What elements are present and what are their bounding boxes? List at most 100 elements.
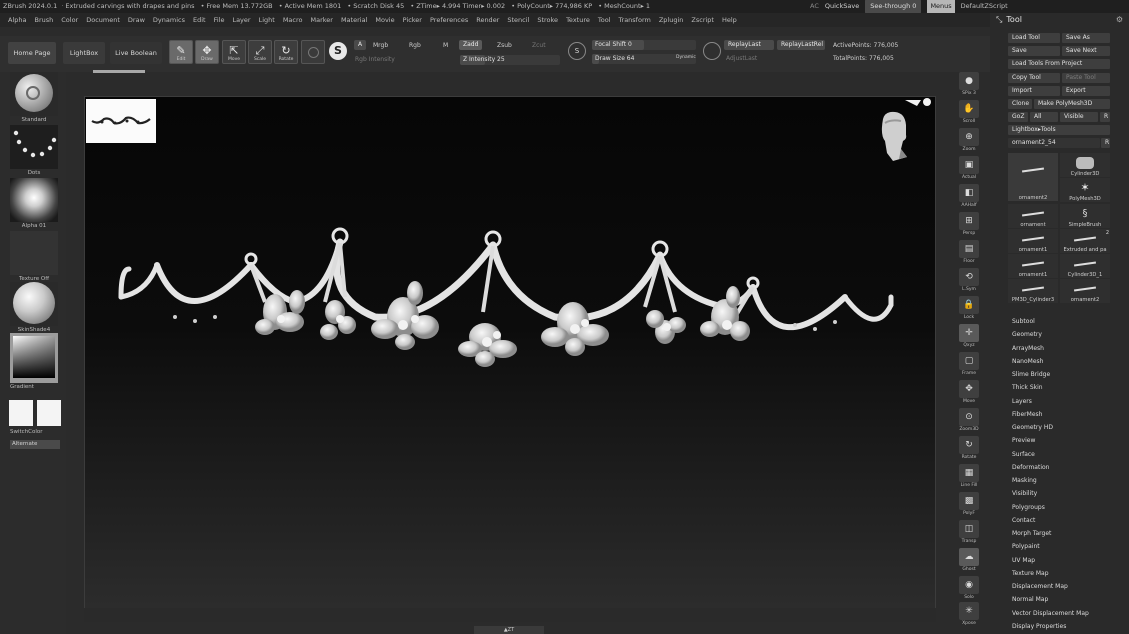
home-page-button[interactable]: Home Page xyxy=(8,42,56,64)
shelf-button-xpose[interactable]: ✳ Xpose xyxy=(958,602,980,626)
subpalette-masking[interactable]: Masking xyxy=(1012,477,1037,484)
see-through-slider[interactable]: See-through 0 xyxy=(865,0,922,13)
material-selector[interactable]: SkinShade4 xyxy=(10,282,58,333)
alpha-selector[interactable]: Alpha 01 xyxy=(10,178,58,229)
shelf-button-zoom[interactable]: ⊕ Zoom xyxy=(958,128,980,152)
scale-mode-button[interactable]: ⤢ Scale xyxy=(248,40,272,64)
subpalette-arraymesh[interactable]: ArrayMesh xyxy=(1012,345,1044,352)
menu-macro[interactable]: Macro xyxy=(283,16,303,24)
goz-button[interactable]: GoZ xyxy=(1008,112,1028,122)
menu-light[interactable]: Light xyxy=(259,16,275,24)
shelf-button-line-fill[interactable]: ▦ Line Fill xyxy=(958,464,980,488)
zcut-toggle[interactable]: Zcut xyxy=(532,42,546,49)
make-polymesh3d-button[interactable]: Make PolyMesh3D xyxy=(1034,99,1110,109)
tool-thumb[interactable]: ornament1 xyxy=(1008,254,1058,278)
menu-transform[interactable]: Transform xyxy=(619,16,651,24)
shelf-button-spix-3[interactable]: ● SPix 3 xyxy=(958,72,980,96)
focal-shift-slider[interactable]: Focal Shift 0 xyxy=(592,40,696,50)
color-picker[interactable]: Gradient xyxy=(10,333,58,390)
save-as-button[interactable]: Save As xyxy=(1062,33,1110,43)
zadd-toggle[interactable]: Zadd xyxy=(459,40,483,50)
shelf-button-floor[interactable]: ▤ Floor xyxy=(958,240,980,264)
goz-all-button[interactable]: All xyxy=(1030,112,1058,122)
current-tool-name[interactable]: ornament2_54 xyxy=(1008,138,1100,148)
load-tool-button[interactable]: Load Tool xyxy=(1008,33,1060,43)
tool-pin-icon[interactable]: ⤡ xyxy=(996,15,1002,24)
mrgb-toggle[interactable]: Mrgb xyxy=(373,42,388,49)
subpalette-contact[interactable]: Contact xyxy=(1012,517,1035,524)
subpalette-preview[interactable]: Preview xyxy=(1012,437,1035,444)
menu-preferences[interactable]: Preferences xyxy=(430,16,468,24)
shelf-button-qxyz[interactable]: ✛ Qxyz xyxy=(958,324,980,348)
load-tools-from-project-button[interactable]: Load Tools From Project xyxy=(1008,59,1110,69)
import-button[interactable]: Import xyxy=(1008,86,1060,96)
garland-model[interactable] xyxy=(85,97,937,610)
quicksave-button[interactable]: QuickSave xyxy=(825,0,859,13)
subpalette-surface[interactable]: Surface xyxy=(1012,451,1035,458)
subpalette-geometry[interactable]: Geometry xyxy=(1012,331,1042,338)
palette-settings-icon[interactable]: ⚙ xyxy=(1116,13,1123,27)
menu-draw[interactable]: Draw xyxy=(128,16,145,24)
secondary-color-swatch[interactable] xyxy=(37,400,61,426)
move-mode-button[interactable]: ⇱ Move xyxy=(222,40,246,64)
subpalette-nanomesh[interactable]: NanoMesh xyxy=(1012,358,1043,365)
shelf-button-polyf[interactable]: ▩ PolyF xyxy=(958,492,980,516)
lightbox-tools-button[interactable]: Lightbox▸Tools xyxy=(1008,125,1110,135)
menu-stroke[interactable]: Stroke xyxy=(537,16,558,24)
shelf-button-persp[interactable]: ⊞ Persp xyxy=(958,212,980,236)
shelf-button-rotate[interactable]: ↻ Rotate xyxy=(958,436,980,460)
m-toggle[interactable]: M xyxy=(443,42,448,49)
shelf-button-transp[interactable]: ◫ Transp xyxy=(958,520,980,544)
shelf-button-l-sym[interactable]: ⟲ L.Sym xyxy=(958,268,980,292)
subpalette-slime-bridge[interactable]: Slime Bridge xyxy=(1012,371,1050,378)
live-boolean-button[interactable]: Live Boolean xyxy=(110,42,162,64)
tool-thumb[interactable]: Cylinder3D xyxy=(1060,153,1110,177)
tool-thumb[interactable]: Cylinder3D_1 xyxy=(1060,254,1110,278)
subpalette-visibility[interactable]: Visibility xyxy=(1012,490,1037,497)
tool-thumb[interactable]: ornament1 xyxy=(1008,229,1058,253)
tool-thumb[interactable]: PM3D_Cylinder3 xyxy=(1008,279,1058,303)
tool-thumb[interactable]: ornament2 xyxy=(1060,279,1110,303)
copy-tool-button[interactable]: Copy Tool xyxy=(1008,73,1060,83)
subpalette-thick-skin[interactable]: Thick Skin xyxy=(1012,384,1043,391)
texture-selector[interactable]: Texture Off xyxy=(10,231,58,282)
replay-last-rel-button[interactable]: ReplayLastRel xyxy=(777,40,825,50)
tool-thumb[interactable]: § SimpleBrush xyxy=(1060,204,1110,228)
shelf-button-actual[interactable]: ▣ Actual xyxy=(958,156,980,180)
shelf-button-lock[interactable]: 🔒 Lock xyxy=(958,296,980,320)
ac-label[interactable]: AC xyxy=(810,0,819,13)
goz-r-button[interactable]: R xyxy=(1100,112,1110,122)
menu-help[interactable]: Help xyxy=(722,16,737,24)
menu-stencil[interactable]: Stencil xyxy=(507,16,529,24)
menu-file[interactable]: File xyxy=(214,16,225,24)
subpalette-normal-map[interactable]: Normal Map xyxy=(1012,596,1048,603)
shelf-button-solo[interactable]: ◉ Solo xyxy=(958,576,980,600)
subpalette-layers[interactable]: Layers xyxy=(1012,398,1032,405)
sculptris-pro-button[interactable] xyxy=(301,40,325,64)
lazy-mouse-icon[interactable] xyxy=(703,42,721,60)
subpalette-geometry-hd[interactable]: Geometry HD xyxy=(1012,424,1053,431)
shelf-button-aahalf[interactable]: ◧ AAHalf xyxy=(958,184,980,208)
subpalette-fibermesh[interactable]: FiberMesh xyxy=(1012,411,1042,418)
subpalette-texture-map[interactable]: Texture Map xyxy=(1012,570,1049,577)
menu-zscript[interactable]: Zscript xyxy=(691,16,714,24)
menu-zplugin[interactable]: Zplugin xyxy=(659,16,684,24)
menu-brush[interactable]: Brush xyxy=(34,16,53,24)
menu-color[interactable]: Color xyxy=(61,16,78,24)
menu-edit[interactable]: Edit xyxy=(193,16,206,24)
gizmo-s-icon[interactable]: S xyxy=(329,42,347,60)
rotate-mode-button[interactable]: ↻ Rotate xyxy=(274,40,298,64)
export-button[interactable]: Export xyxy=(1062,86,1110,96)
alternate-button[interactable]: Alternate xyxy=(10,440,60,449)
menu-picker[interactable]: Picker xyxy=(403,16,422,24)
subpalette-polypaint[interactable]: Polypaint xyxy=(1012,543,1040,550)
tool-thumb[interactable]: ornament xyxy=(1008,204,1058,228)
subpalette-vector-displacement-map[interactable]: Vector Displacement Map xyxy=(1012,610,1089,617)
menu-layer[interactable]: Layer xyxy=(232,16,250,24)
zsub-toggle[interactable]: Zsub xyxy=(497,42,512,49)
subpalette-morph-target[interactable]: Morph Target xyxy=(1012,530,1051,537)
main-color-swatch[interactable] xyxy=(9,400,33,426)
clone-button[interactable]: Clone xyxy=(1008,99,1032,109)
dynamic-toggle[interactable]: Dynamic xyxy=(676,55,696,60)
edit-mode-button[interactable]: ✎ Edit xyxy=(169,40,193,64)
